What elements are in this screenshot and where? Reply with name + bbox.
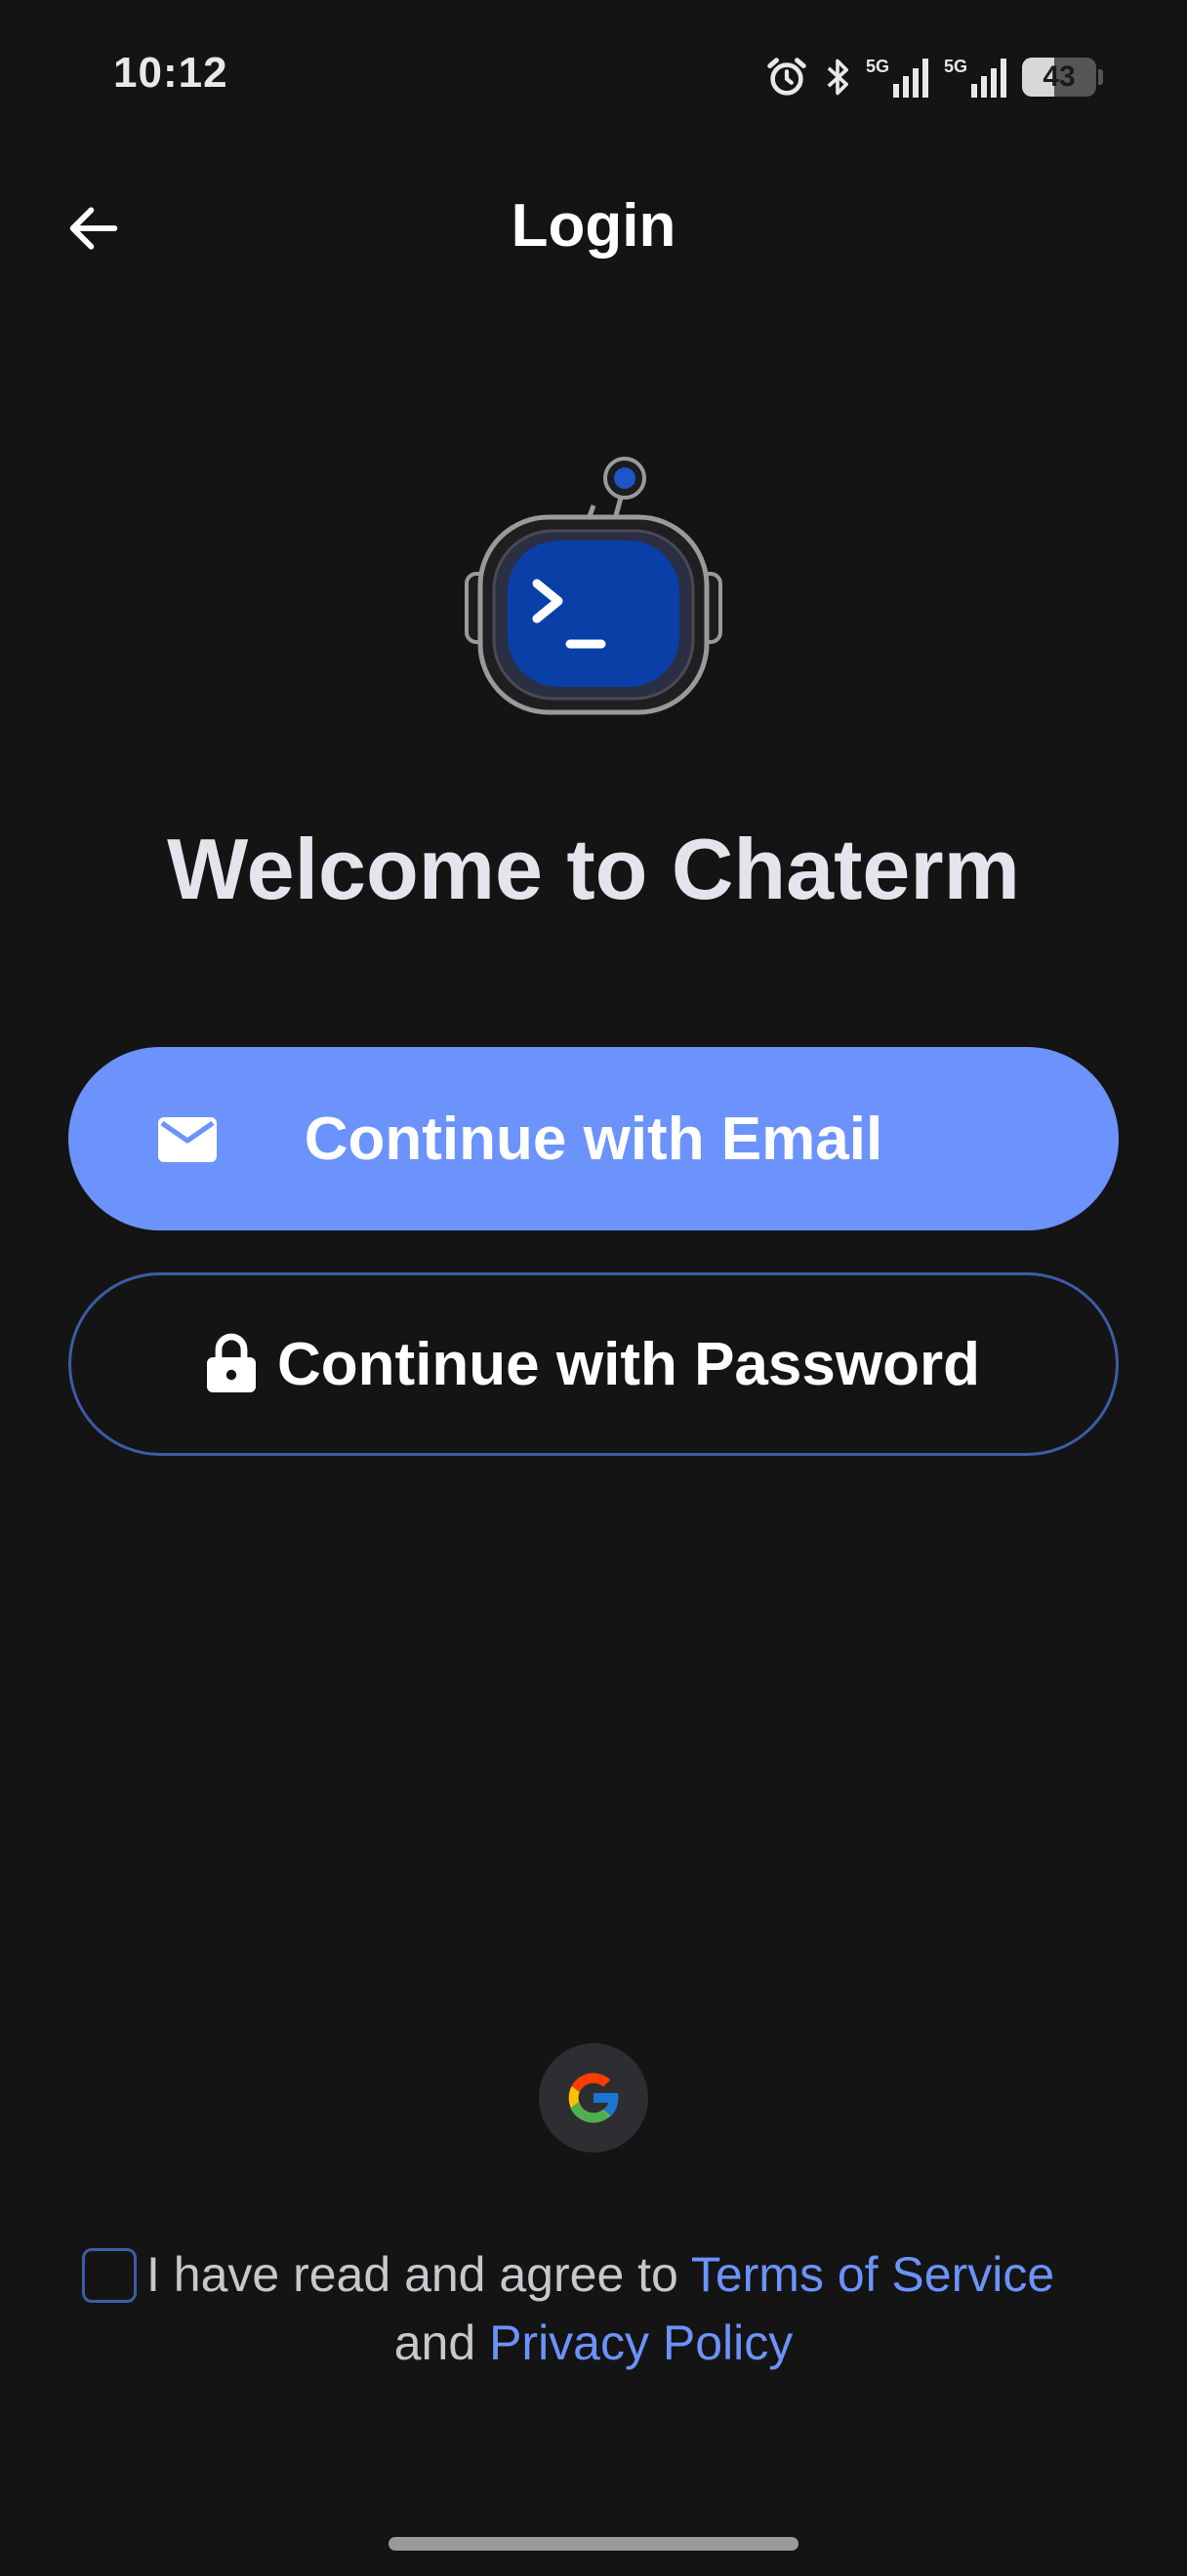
email-button-label: Continue with Email xyxy=(304,1105,883,1173)
agreement-text: I have read and agree to Terms of Servic… xyxy=(0,2240,1187,2377)
svg-text:5G: 5G xyxy=(866,57,889,76)
welcome-title: Welcome to Chaterm xyxy=(167,821,1020,917)
google-icon xyxy=(568,2073,620,2123)
login-screen: 10:12 5G 5G 43 Login Welcome to Chaterm … xyxy=(0,0,1187,2576)
agreement-conjunction: and xyxy=(393,2315,490,2370)
status-icons: 5G 5G 43 xyxy=(764,53,1103,101)
battery-tip xyxy=(1098,69,1103,85)
svg-text:5G: 5G xyxy=(944,57,967,76)
battery-indicator: 43 xyxy=(1022,58,1096,97)
battery-level: 43 xyxy=(1043,60,1076,93)
app-bar: Login xyxy=(0,176,1187,273)
cellular-signal-icon-2: 5G xyxy=(944,55,1008,100)
agreement-line-2: and Privacy Policy xyxy=(0,2309,1187,2377)
continue-with-password-button[interactable]: Continue with Password xyxy=(68,1272,1119,1456)
agreement-prefix: I have read and agree to xyxy=(146,2247,691,2302)
cellular-signal-icon-1: 5G xyxy=(866,55,930,100)
alarm-icon xyxy=(764,55,809,100)
privacy-policy-link[interactable]: Privacy Policy xyxy=(489,2315,793,2370)
bluetooth-icon xyxy=(823,56,852,99)
mail-icon xyxy=(158,1117,217,1167)
robot-terminal-logo xyxy=(461,449,726,722)
page-title: Login xyxy=(511,192,676,260)
agreement-line-1: I have read and agree to Terms of Servic… xyxy=(0,2240,1187,2309)
terms-of-service-link[interactable]: Terms of Service xyxy=(691,2247,1054,2302)
status-bar: 10:12 5G 5G 43 xyxy=(0,0,1187,146)
lock-icon xyxy=(207,1332,257,1397)
password-button-label: Continue with Password xyxy=(277,1330,980,1398)
home-indicator[interactable] xyxy=(389,2537,798,2551)
continue-with-email-button[interactable]: Continue with Email xyxy=(68,1047,1119,1230)
status-time: 10:12 xyxy=(113,49,228,97)
google-sign-in-button[interactable] xyxy=(539,2043,648,2153)
